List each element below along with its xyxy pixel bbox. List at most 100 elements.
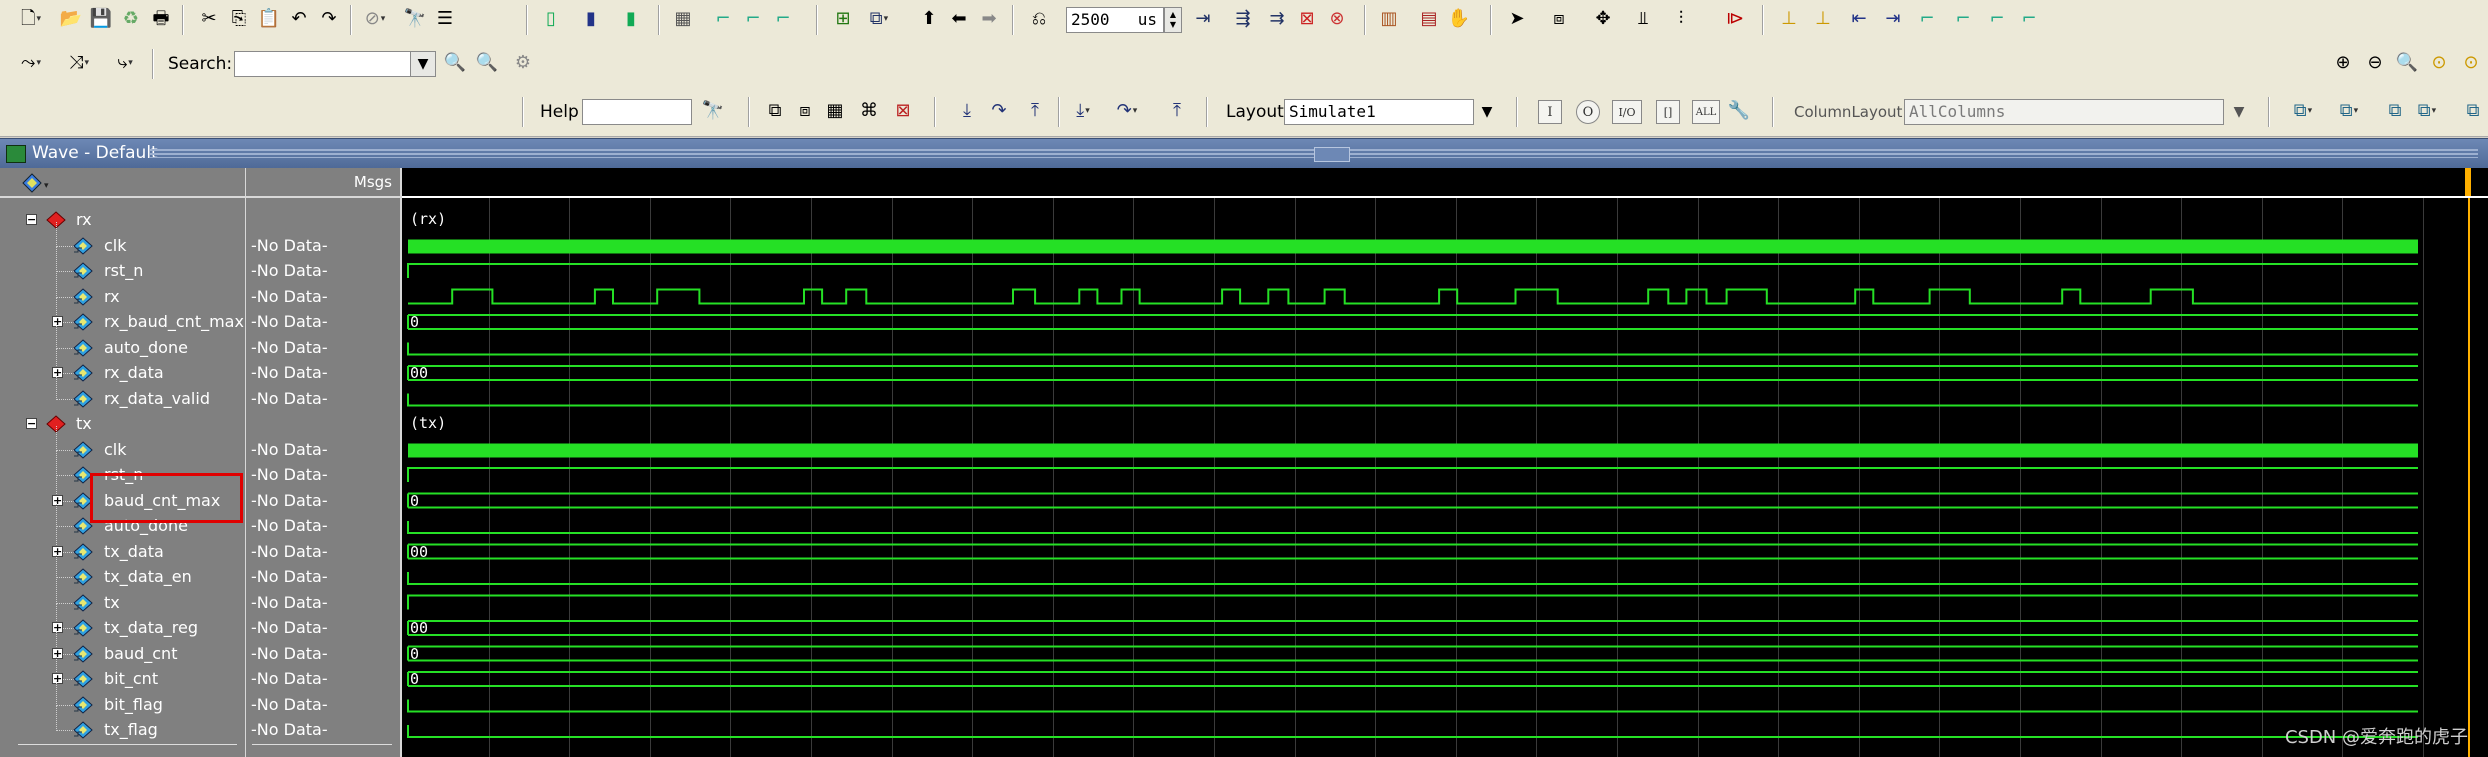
step-over-blue-icon[interactable]: ↷ <box>1114 98 1140 124</box>
performance-icon[interactable]: ▥ <box>1376 6 1402 32</box>
signal-row[interactable]: + tx_data_reg <box>0 604 245 641</box>
break-icon[interactable]: ⊘ <box>362 6 388 32</box>
expand-toggle[interactable]: + <box>52 367 63 378</box>
collapse-toggle[interactable]: − <box>26 214 37 225</box>
signal-row[interactable]: bit_flag <box>0 680 245 718</box>
help-search-icon[interactable]: 🔭 <box>700 98 726 124</box>
signal-row[interactable]: + rx_baud_cnt_max <box>0 298 245 335</box>
cursor-align-icon[interactable]: ⫫ <box>1630 6 1656 32</box>
wave-format-icon[interactable]: ⧉ <box>2414 98 2440 124</box>
list-icon[interactable]: ☰ <box>432 6 458 32</box>
insert-cursor-icon[interactable]: ⊥ <box>1776 6 1802 32</box>
step-loop-icon[interactable]: ↷ <box>986 98 1012 124</box>
step-into-icon[interactable]: ⤳ <box>18 50 44 76</box>
expand-toggle[interactable]: + <box>52 494 63 506</box>
wave-fall-icon[interactable]: ⌐ <box>770 6 796 32</box>
next-edge-icon[interactable]: ⇥ <box>1880 6 1906 32</box>
mode-internal-button[interactable]: [] <box>1656 100 1680 124</box>
find-fall-icon[interactable]: ⌐ <box>1950 6 1976 32</box>
layout-column-icon[interactable]: ▯ <box>538 6 564 32</box>
search-options-icon[interactable]: ⚙ <box>510 50 536 76</box>
prev-edge-icon[interactable]: ⇤ <box>1846 6 1872 32</box>
search-find-icon[interactable]: 🔍 <box>442 50 468 76</box>
find-any-edge-icon[interactable]: ⌐ <box>1984 6 2010 32</box>
wave-divider-icon[interactable]: ⧉ <box>2382 98 2408 124</box>
zoom-in-icon[interactable]: ⊕ <box>2330 50 2356 76</box>
wave-rise-icon[interactable]: ⌐ <box>740 6 766 32</box>
continue-icon[interactable]: ⇶ <box>1230 6 1256 32</box>
simulate-icon[interactable]: ⧉ <box>866 6 892 32</box>
search-input[interactable] <box>234 51 412 77</box>
expand-toggle[interactable]: + <box>52 545 63 557</box>
run-icon[interactable]: ⇥ <box>1190 6 1216 32</box>
wave-group-icon[interactable]: ⧉ <box>2336 98 2362 124</box>
signal-row[interactable]: rst_n <box>0 247 245 284</box>
layout-select[interactable]: Simulate1 <box>1284 99 1474 125</box>
signal-row[interactable]: auto_done <box>0 323 245 361</box>
wave-compare-icon[interactable]: ⧈ <box>792 98 818 124</box>
restart-icon[interactable]: ⎌ <box>1026 6 1052 32</box>
step-up-blue-icon[interactable]: ⤒ <box>1022 98 1048 124</box>
titlebar-drag-handle[interactable] <box>150 147 2478 162</box>
wave-step-icon[interactable]: ⌐ <box>710 6 736 32</box>
signal-row[interactable]: + bit_cnt <box>0 655 245 692</box>
search-next-icon[interactable]: 🔍 <box>474 50 500 76</box>
break-run-icon[interactable]: ⊠ <box>1294 6 1320 32</box>
run-length-field[interactable]: 2500 us <box>1066 7 1164 33</box>
move-icon[interactable]: ✥ <box>1590 6 1616 32</box>
zoom-region-icon[interactable]: ⧈ <box>1546 6 1572 32</box>
paste-icon[interactable]: 📋 <box>256 6 282 32</box>
grid-icon[interactable]: ▦ <box>670 6 696 32</box>
signal-row[interactable]: clk <box>0 221 245 259</box>
time-cursor[interactable] <box>2465 168 2471 757</box>
column-layout-dropdown-button[interactable]: ▼ <box>2226 99 2252 125</box>
run-length-spinner[interactable]: ▲ ▼ <box>1164 7 1182 33</box>
signal-row[interactable]: clk <box>0 425 245 463</box>
step-out-icon[interactable]: ⤷ <box>112 50 138 76</box>
step-over-icon[interactable]: ⤨ <box>66 50 92 76</box>
column-layout-select[interactable]: AllColumns <box>1904 99 2224 125</box>
step-out-blue-icon[interactable]: ⤒ <box>1164 98 1190 124</box>
new-file-icon[interactable]: 🗋 <box>18 6 44 32</box>
expand-toggle[interactable]: + <box>52 647 63 659</box>
open-folder-icon[interactable]: 📂 <box>58 6 84 32</box>
run-all-icon[interactable]: ⇉ <box>1264 6 1290 32</box>
copy-icon[interactable]: ⎘ <box>226 6 252 32</box>
layout-dropdown-button[interactable]: ▼ <box>1474 99 1500 125</box>
signal-row[interactable]: tx <box>0 578 245 616</box>
find-last-edge-icon[interactable]: ⌐ <box>2016 6 2042 32</box>
add-signal-dropdown-icon[interactable]: ▾ <box>22 172 49 194</box>
signal-row[interactable]: tx_flag <box>0 706 245 743</box>
print-icon[interactable]: 🖶 <box>148 6 174 32</box>
data-flow-icon[interactable]: ▦ <box>822 98 848 124</box>
select-pointer-icon[interactable]: ➤ <box>1504 6 1530 32</box>
zoom-full-icon[interactable]: 🔍 <box>2394 50 2420 76</box>
edge-stop-icon[interactable]: ⧐ <box>1722 6 1748 32</box>
redo-icon[interactable]: ↷ <box>316 6 342 32</box>
wrench-icon[interactable]: 🔧 <box>1726 98 1752 124</box>
wave-window-titlebar[interactable]: Wave - Default <box>0 138 2488 168</box>
code-coverage-icon[interactable]: ⌘ <box>856 98 882 124</box>
wave-add-icon[interactable]: ⧉ <box>2290 98 2316 124</box>
signal-row[interactable]: rx <box>0 272 245 310</box>
step-into-blue-icon[interactable]: ⤓ <box>1070 98 1096 124</box>
collapse-toggle[interactable]: − <box>26 418 37 429</box>
divider-icon[interactable]: ⫶ <box>1668 6 1694 32</box>
signal-row[interactable]: + rx_data <box>0 349 245 386</box>
expand-toggle[interactable]: + <box>52 316 63 327</box>
wave-more-icon[interactable]: ⧉ <box>2460 98 2486 124</box>
memory-icon[interactable]: ▤ <box>1416 6 1442 32</box>
reload-icon[interactable]: ♻ <box>118 6 144 32</box>
back-arrow-icon[interactable]: ⬅ <box>946 6 972 32</box>
delete-cursor-icon[interactable]: ⊥ <box>1810 6 1836 32</box>
hand-pan-icon[interactable]: ✋ <box>1446 6 1472 32</box>
zoom-cursor-icon[interactable]: ⊙ <box>2426 50 2452 76</box>
group-row[interactable]: − tx <box>0 412 245 437</box>
signal-row[interactable]: tx_data_en <box>0 553 245 590</box>
signal-row[interactable]: + baud_cnt <box>0 629 245 667</box>
expand-toggle[interactable]: + <box>52 622 63 633</box>
layout-green-icon[interactable]: ▮ <box>618 6 644 32</box>
mode-all-button[interactable]: ALL <box>1692 100 1720 124</box>
mode-in-button[interactable]: I <box>1538 100 1562 124</box>
compile-icon[interactable]: ⊞ <box>830 6 856 32</box>
